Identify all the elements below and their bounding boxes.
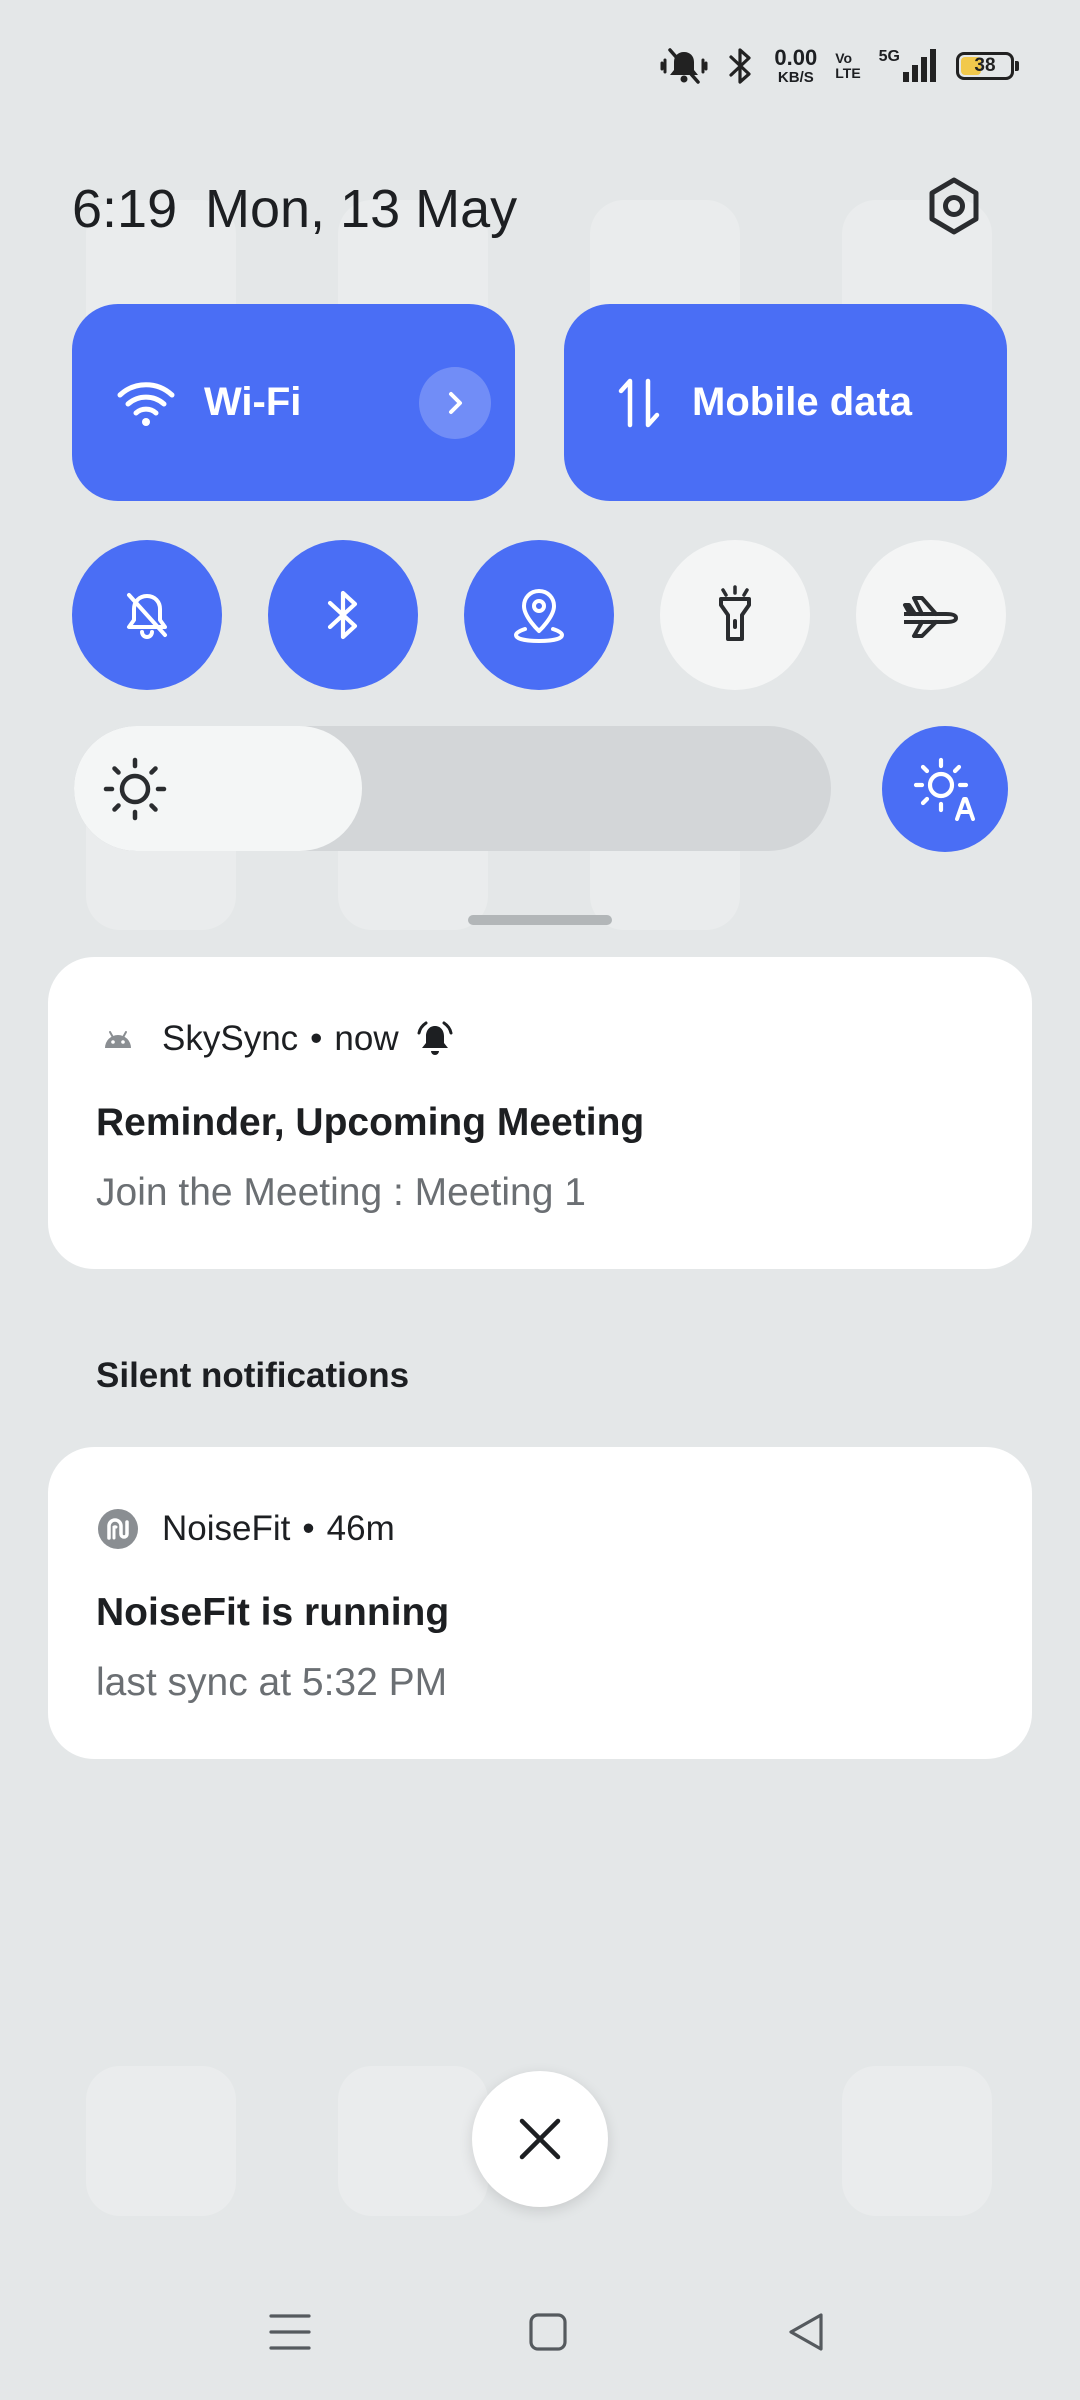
mute-vibrate-icon [660, 46, 708, 86]
auto-brightness-icon [913, 757, 975, 821]
noisefit-app-icon [96, 1507, 140, 1551]
mobile-data-label: Mobile data [692, 380, 913, 424]
notification-text: Join the Meeting : Meeting 1 [96, 1171, 586, 1214]
flashlight-toggle[interactable] [660, 540, 810, 690]
volte-bottom: LTE [835, 65, 861, 81]
brightness-slider[interactable] [74, 726, 831, 851]
data-arrows-icon [618, 378, 660, 427]
panel-drag-handle[interactable] [468, 915, 612, 925]
notification-card-noisefit[interactable]: NoiseFit • 46m NoiseFit is running last … [48, 1447, 1032, 1759]
back-button[interactable] [766, 2300, 846, 2364]
location-toggle[interactable] [464, 540, 614, 690]
signal-indicator: 5G [879, 48, 938, 84]
clock: 6:19 [72, 179, 178, 239]
notification-text: last sync at 5:32 PM [96, 1661, 448, 1704]
airplane-icon [903, 596, 958, 638]
bluetooth-icon [327, 590, 358, 640]
chevron-right-icon [449, 392, 462, 414]
mobile-data-tile[interactable]: Mobile data [564, 304, 1007, 501]
battery-level: 38 [974, 55, 996, 76]
separator-dot: • [310, 1019, 323, 1058]
status-bar: 0.00 KB/S Vo LTE 5G 38 [660, 40, 1019, 92]
notification-time: now [334, 1019, 399, 1058]
notification-title: NoiseFit is running [96, 1591, 450, 1634]
android-icon [96, 1017, 140, 1061]
wifi-details-button[interactable] [419, 367, 491, 439]
date: Mon, 13 May [205, 179, 518, 239]
airplane-mode-toggle[interactable] [856, 540, 1006, 690]
separator-dot: • [302, 1509, 315, 1548]
silent-notifications-heading: Silent notifications [96, 1356, 410, 1395]
close-icon [519, 2118, 561, 2160]
notification-title: Reminder, Upcoming Meeting [96, 1101, 645, 1144]
flashlight-icon [719, 585, 751, 641]
notification-time: 46m [326, 1509, 395, 1548]
menu-icon [269, 2314, 311, 2350]
volte-top: Vo [835, 50, 853, 67]
background-app [338, 2066, 488, 2216]
brightness-icon [103, 757, 167, 821]
alarm-bell-icon [415, 1019, 455, 1059]
clear-all-button[interactable] [472, 2071, 608, 2207]
bluetooth-toggle[interactable] [268, 540, 418, 690]
network-speed-value: 0.00 [774, 45, 818, 70]
wifi-tile[interactable]: Wi-Fi [72, 304, 515, 501]
recents-button[interactable] [250, 2300, 330, 2364]
location-icon [513, 589, 565, 644]
back-triangle-icon [789, 2313, 823, 2351]
network-speed: 0.00 KB/S [774, 45, 818, 86]
wifi-label: Wi-Fi [204, 380, 302, 424]
notification-app-name: NoiseFit [162, 1509, 291, 1548]
signal-icon [903, 49, 936, 82]
do-not-disturb-toggle[interactable] [72, 540, 222, 690]
home-button[interactable] [508, 2300, 588, 2364]
background-app [86, 2066, 236, 2216]
wifi-icon [117, 381, 175, 426]
notification-header: SkySync • now [96, 1017, 455, 1061]
background-app [842, 2066, 992, 2216]
notification-card-skysync[interactable]: SkySync • now Reminder, Upcoming Meeting… [48, 957, 1032, 1269]
gear-icon [929, 177, 979, 235]
square-icon [529, 2313, 567, 2351]
network-type: 5G [878, 48, 900, 65]
battery-icon: 38 [956, 52, 1019, 80]
notification-header: NoiseFit • 46m [96, 1507, 395, 1551]
network-speed-unit: KB/S [777, 69, 814, 86]
bell-off-icon [127, 593, 167, 639]
settings-button[interactable] [918, 170, 990, 242]
notification-app-name: SkySync [162, 1019, 299, 1058]
auto-brightness-toggle[interactable] [882, 726, 1008, 852]
bluetooth-icon [726, 46, 756, 86]
volte-indicator: Vo LTE [835, 51, 860, 80]
